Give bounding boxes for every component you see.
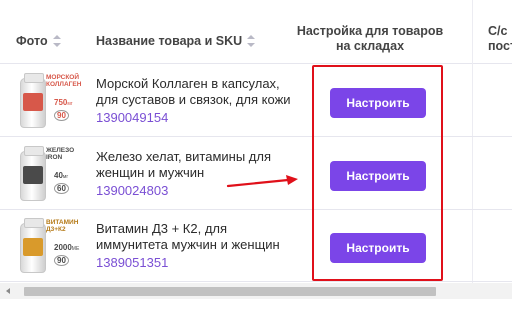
brand-line2: Д3+К2 [46,226,66,233]
dose-badge: 2000ME [54,243,79,254]
bottle-image [20,218,46,273]
brand-line1: Витамин [46,219,79,226]
brand-line1: Железо [46,147,75,154]
product-name-line1: Железо хелат, витамины для [96,149,271,164]
count-badge: 90 [54,110,69,121]
brand-line2: коллаген [46,81,82,88]
count-value: 90 [57,256,66,265]
table-header: Фото Название товара и SKU Настройка для… [0,0,512,64]
highlight-frame [312,65,443,281]
annotation-arrow-icon [226,175,298,188]
product-name: Морской Коллаген в капсулах, для суставо… [96,76,296,108]
count-value: 90 [57,111,66,120]
count-value: 60 [57,184,66,193]
product-name-line2: для суставов и связок, для кожи [96,92,291,107]
product-name: Витамин Д3 + К2, для иммунитета мужчин и… [96,221,296,253]
column-header-name[interactable]: Название товара и SKU [96,34,256,49]
product-photo[interactable]: Железо iron 40мг 60 [16,143,80,207]
dose-badge: 750мг [54,98,73,109]
brand-line1: Морской [46,74,80,81]
product-sku-link[interactable]: 1390049154 [96,110,168,126]
column-header-cost-line2: пост [488,39,512,53]
dose-unit: ME [71,246,80,252]
sort-icon[interactable] [52,34,61,47]
count-badge: 90 [54,255,69,266]
scroll-left-arrow-icon[interactable] [6,288,10,294]
bottle-image [20,73,46,128]
product-brand: Витамин Д3+К2 [46,219,78,233]
bottle-label [23,166,43,184]
bottle-label [23,93,43,111]
product-sku-link[interactable]: 1389051351 [96,255,168,271]
bottle-label [23,238,43,256]
product-photo[interactable]: Морской коллаген 750мг 90 [16,70,81,134]
count-badge: 60 [54,183,69,194]
column-header-photo[interactable]: Фото [16,34,61,49]
scrollbar-thumb[interactable] [24,287,436,296]
product-name-line2: иммунитета мужчин и женщин [96,237,280,252]
column-header-settings-line1: Настройка для товаров [296,24,444,38]
product-sku-link[interactable]: 1390024803 [96,183,168,199]
product-brand: Железо iron [46,147,74,161]
sort-icon[interactable] [247,34,256,47]
dose-value: 2000 [54,243,72,252]
dose-value: 750 [54,98,68,107]
column-header-photo-label: Фото [16,34,48,48]
column-header-cost: С/с пост [488,24,512,54]
column-header-settings-line2: на складах [335,39,405,53]
column-header-name-label: Название товара и SKU [96,34,243,48]
dose-badge: 40мг [54,171,68,182]
bottle-image [20,146,46,201]
column-header-cost-line1: С/с [488,24,508,38]
column-header-warehouse-settings: Настройка для товаров на складах [296,24,444,54]
dose-value: 40 [54,171,63,180]
product-name-line1: Морской Коллаген в капсулах, [96,76,280,91]
product-brand: Морской коллаген [46,74,81,88]
dose-unit: мг [67,101,73,107]
product-name-line1: Витамин Д3 + К2, для [96,221,228,236]
horizontal-scrollbar[interactable] [0,283,512,299]
product-photo[interactable]: Витамин Д3+К2 2000ME 90 [16,215,80,279]
dose-unit: мг [62,174,69,180]
brand-line2: iron [46,154,63,161]
